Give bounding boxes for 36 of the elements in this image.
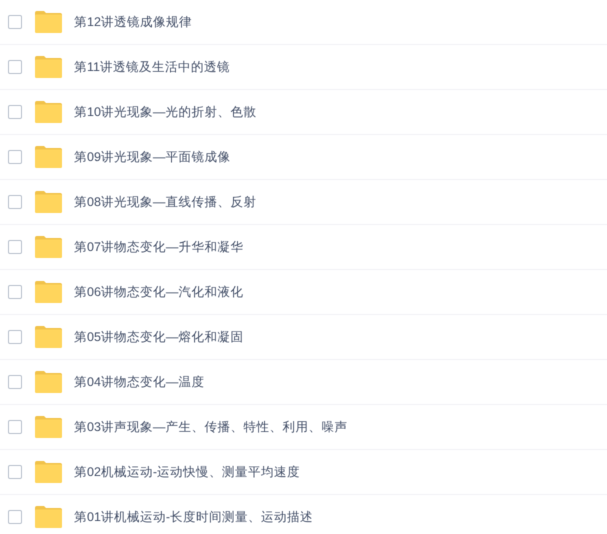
checkbox[interactable]: [8, 15, 22, 29]
folder-icon: [35, 371, 62, 393]
folder-icon: [35, 281, 62, 303]
folder-icon: [35, 191, 62, 213]
checkbox[interactable]: [8, 60, 22, 74]
folder-name[interactable]: 第06讲物态变化—汽化和液化: [74, 282, 244, 302]
checkbox[interactable]: [8, 195, 22, 209]
folder-icon: [35, 11, 62, 33]
folder-name[interactable]: 第10讲光现象—光的折射、色散: [74, 102, 256, 122]
checkbox[interactable]: [8, 420, 22, 434]
checkbox[interactable]: [8, 465, 22, 479]
folder-name[interactable]: 第07讲物态变化—升华和凝华: [74, 238, 244, 256]
folder-name[interactable]: 第02机械运动-运动快慢、测量平均速度: [74, 462, 300, 482]
folder-icon: [35, 461, 62, 483]
folder-name[interactable]: 第03讲声现象—产生、传播、特性、利用、噪声: [74, 418, 348, 436]
checkbox[interactable]: [8, 240, 22, 254]
checkbox[interactable]: [8, 285, 22, 299]
folder-name[interactable]: 第01讲机械运动-长度时间测量、运动描述: [74, 508, 314, 526]
folder-icon: [35, 416, 62, 438]
folder-icon: [35, 506, 62, 528]
checkbox[interactable]: [8, 375, 22, 389]
folder-icon: [35, 56, 62, 78]
folder-name[interactable]: 第12讲透镜成像规律: [74, 12, 192, 32]
checkbox[interactable]: [8, 510, 22, 524]
folder-name[interactable]: 第11讲透镜及生活中的透镜: [74, 58, 230, 76]
checkbox[interactable]: [8, 105, 22, 119]
folder-icon: [35, 236, 62, 258]
folder-name[interactable]: 第05讲物态变化—熔化和凝固: [74, 328, 244, 346]
checkbox[interactable]: [8, 150, 22, 164]
folder-icon: [35, 326, 62, 348]
folder-name[interactable]: 第08讲光现象—直线传播、反射: [74, 192, 256, 212]
checkbox[interactable]: [8, 330, 22, 344]
folder-icon: [35, 101, 62, 123]
folder-name[interactable]: 第04讲物态变化—温度: [74, 372, 204, 392]
folder-icon: [35, 146, 62, 168]
folder-name[interactable]: 第09讲光现象—平面镜成像: [74, 148, 230, 166]
